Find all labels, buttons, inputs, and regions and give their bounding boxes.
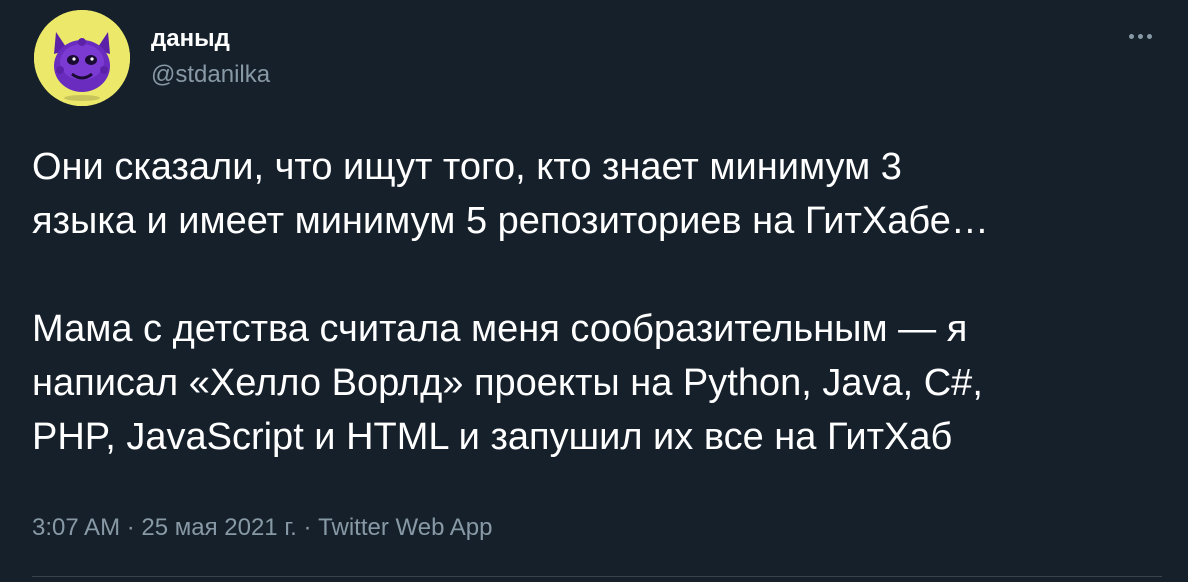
tweet-line: написал «Хелло Ворлд» проекты на Python,… [32, 362, 983, 404]
tweet-line: PHP, JavaScript и HTML и запушил их все … [32, 416, 953, 458]
tweet-source[interactable]: Twitter Web App [318, 514, 492, 541]
tweet-meta: 3:07 AM · 25 мая 2021 г. · Twitter Web A… [32, 512, 492, 544]
author-name[interactable]: даныд [151, 24, 230, 54]
tweet-line: Они сказали, что ищут того, кто знает ми… [32, 146, 902, 188]
tweet-line: языка и имеет минимум 5 репозиториев на … [32, 200, 989, 242]
meta-separator: · [296, 514, 319, 541]
tweet-text: Они сказали, что ищут того, кто знает ми… [32, 140, 1162, 464]
dot [1137, 33, 1143, 39]
divider [32, 576, 1162, 577]
dot [1146, 33, 1152, 39]
more-dots-icon[interactable] [1120, 24, 1160, 48]
tweet: даныд @stdanilka Они сказали, что ищут т… [0, 0, 1188, 582]
purple-creature-avatar-icon [34, 10, 130, 106]
tweet-time[interactable]: 3:07 AM [32, 514, 120, 541]
tweet-date[interactable]: 25 мая 2021 г. [141, 514, 296, 541]
meta-separator: · [120, 514, 142, 541]
avatar[interactable] [34, 10, 130, 106]
dot [1128, 33, 1134, 39]
author-handle[interactable]: @stdanilka [151, 60, 270, 90]
tweet-line: Мама с детства считала меня сообразитель… [32, 308, 968, 350]
